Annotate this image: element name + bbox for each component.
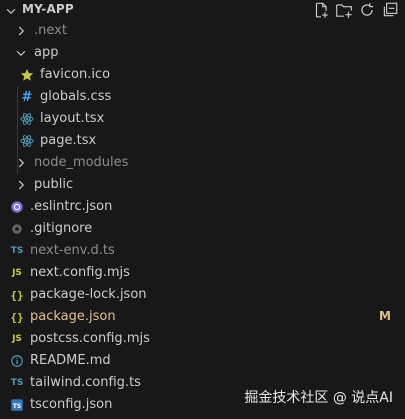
file-row[interactable]: README.md bbox=[0, 350, 405, 372]
file-label: favicon.ico bbox=[40, 67, 111, 82]
explorer-actions bbox=[312, 1, 399, 19]
file-label: postcss.config.mjs bbox=[30, 331, 150, 346]
new-folder-icon[interactable] bbox=[335, 1, 353, 19]
chevron-down-icon[interactable] bbox=[14, 46, 28, 60]
svg-text:TS: TS bbox=[13, 403, 22, 410]
file-label: .gitignore bbox=[30, 221, 93, 236]
file-label: .eslintrc.json bbox=[30, 199, 113, 214]
git-icon bbox=[10, 222, 24, 236]
file-row[interactable]: {} package-lock.json bbox=[0, 284, 405, 306]
file-label: globals.css bbox=[40, 89, 112, 104]
file-row[interactable]: {} package.json M bbox=[0, 306, 405, 328]
folder-row[interactable]: node_modules bbox=[0, 152, 405, 174]
folder-row[interactable]: .next bbox=[0, 20, 405, 42]
explorer-title[interactable]: MY-APP bbox=[22, 2, 74, 16]
file-label: page.tsx bbox=[40, 133, 97, 148]
file-row[interactable]: .gitignore bbox=[0, 218, 405, 240]
tsconfig-icon: TS bbox=[10, 398, 24, 412]
file-row[interactable]: favicon.ico bbox=[0, 64, 405, 86]
chevron-right-icon[interactable] bbox=[14, 24, 28, 38]
file-label: package.json bbox=[30, 309, 116, 324]
refresh-icon[interactable] bbox=[358, 1, 376, 19]
file-label: README.md bbox=[30, 353, 111, 368]
collapse-all-icon[interactable] bbox=[381, 1, 399, 19]
file-label: tsconfig.json bbox=[30, 397, 113, 412]
file-row[interactable]: layout.tsx bbox=[0, 108, 405, 130]
star-icon bbox=[20, 68, 34, 82]
file-label: package-lock.json bbox=[30, 287, 147, 302]
explorer-header: MY-APP bbox=[0, 0, 405, 20]
chevron-down-icon[interactable] bbox=[4, 3, 18, 17]
file-label: layout.tsx bbox=[40, 111, 105, 126]
info-icon bbox=[10, 354, 24, 368]
folder-row[interactable]: app bbox=[0, 42, 405, 64]
hash-icon: # bbox=[21, 89, 33, 105]
ts-icon: TS bbox=[10, 378, 24, 388]
watermark: 掘金技术社区 @ 说点AI bbox=[244, 390, 393, 406]
file-row[interactable]: page.tsx bbox=[0, 130, 405, 152]
new-file-icon[interactable] bbox=[312, 1, 330, 19]
file-label: next-env.d.ts bbox=[30, 243, 115, 258]
file-label: tailwind.config.ts bbox=[30, 375, 141, 390]
file-row[interactable]: JS next.config.mjs bbox=[0, 262, 405, 284]
folder-label: app bbox=[34, 45, 59, 60]
file-row[interactable]: # globals.css bbox=[0, 86, 405, 108]
react-icon bbox=[20, 112, 34, 126]
file-row[interactable]: TS next-env.d.ts bbox=[0, 240, 405, 262]
js-icon: JS bbox=[12, 334, 22, 344]
folder-row[interactable]: public bbox=[0, 174, 405, 196]
react-icon bbox=[20, 134, 34, 148]
file-row[interactable]: .eslintrc.json bbox=[0, 196, 405, 218]
chevron-right-icon[interactable] bbox=[14, 156, 28, 170]
folder-label: .next bbox=[34, 23, 67, 38]
modified-badge: M bbox=[379, 309, 391, 323]
ts-icon: TS bbox=[10, 246, 24, 256]
file-label: next.config.mjs bbox=[30, 265, 130, 280]
folder-label: public bbox=[34, 177, 74, 192]
chevron-right-icon[interactable] bbox=[14, 178, 28, 192]
json-icon: {} bbox=[10, 288, 24, 302]
eslint-icon bbox=[10, 200, 24, 214]
file-row[interactable]: JS postcss.config.mjs bbox=[0, 328, 405, 350]
folder-label: node_modules bbox=[34, 155, 129, 170]
json-icon: {} bbox=[10, 310, 24, 324]
js-icon: JS bbox=[12, 268, 22, 278]
